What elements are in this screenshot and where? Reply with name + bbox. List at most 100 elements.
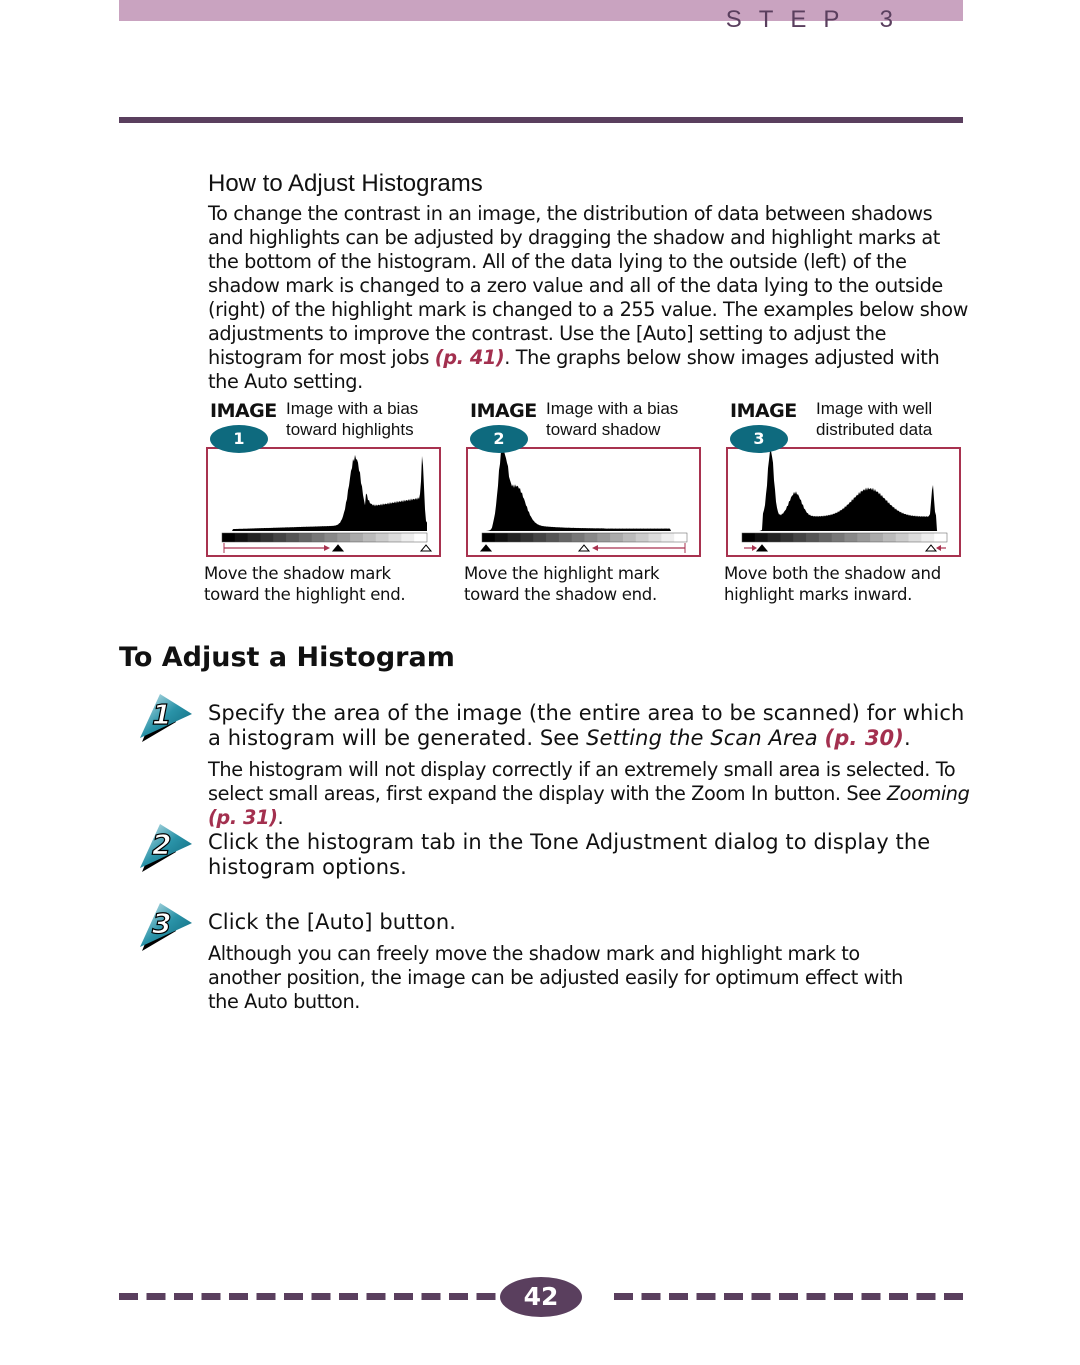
caption-line: highlight marks inward. — [724, 585, 913, 604]
step-text-end: . — [903, 726, 911, 750]
shadow-mark — [755, 544, 769, 552]
figure-caption: Move both the shadow and highlight marks … — [724, 563, 941, 605]
footer-dash — [366, 1293, 386, 1300]
footer-dash — [229, 1293, 248, 1300]
gradient-step — [546, 533, 560, 542]
gradient-step — [558, 533, 573, 542]
gradient-step — [286, 533, 300, 542]
step-2-icon: 2 — [140, 824, 192, 872]
gradient-step — [388, 533, 402, 542]
step-1-note: The histogram will not display correctly… — [208, 758, 978, 830]
section-title: How to Adjust Histograms — [208, 170, 483, 197]
step-icon-number: 2 — [152, 828, 171, 861]
figure-caption: Move the shadow mark toward the highlight… — [204, 563, 406, 605]
step-2-text: Click the histogram tab in the Tone Adju… — [208, 830, 931, 879]
note-text: The histogram will not display correctly… — [208, 758, 956, 805]
figure-number-badge: 1 — [210, 425, 268, 453]
desc-line: Image with well — [816, 399, 933, 418]
gradient-step — [533, 533, 547, 542]
section-heading: To Adjust a Histogram — [119, 642, 455, 673]
caption-line: Move the highlight mark — [464, 564, 660, 583]
figure-description: Image with a bias toward highlights — [286, 398, 418, 440]
footer-dash — [834, 1293, 853, 1300]
figure-description: Image with well distributed data — [816, 398, 932, 440]
gradient-step — [661, 533, 675, 542]
page-link[interactable]: (p. 31) — [208, 806, 278, 829]
gradient-step — [494, 533, 509, 542]
figure-number-badge: 3 — [730, 425, 788, 453]
step-label: STEP 3 — [725, 6, 910, 33]
gradient-step — [350, 533, 364, 542]
footer-dash — [861, 1293, 881, 1300]
gradient-step — [780, 533, 794, 542]
gradient-step — [674, 533, 688, 542]
gradient-step — [870, 533, 884, 542]
footer-dash — [311, 1293, 331, 1300]
gradient-step — [908, 533, 922, 542]
figure-label: IMAGE — [730, 400, 797, 422]
gradient-step — [882, 533, 897, 542]
highlight-mark — [577, 544, 591, 552]
shadow-mark — [331, 544, 345, 552]
histogram-bars — [742, 451, 947, 531]
gradient-step — [520, 533, 534, 542]
step-icon-number: 1 — [152, 698, 171, 731]
gradient-step — [831, 533, 845, 542]
step-1-text: Specify the area of the image (the entir… — [208, 701, 978, 751]
footer-dash — [394, 1293, 413, 1300]
footer-dash — [614, 1293, 633, 1300]
histogram-graphic — [741, 451, 948, 552]
caption-line: toward the highlight end. — [204, 585, 406, 604]
page-link[interactable]: (p. 41) — [435, 346, 505, 369]
gradient-step — [234, 533, 249, 542]
step-icon-number: 3 — [152, 907, 171, 940]
histogram-frame — [726, 447, 961, 557]
header-rule — [119, 117, 963, 123]
footer-dash — [339, 1293, 358, 1300]
intro-text: To change the contrast in an image, the … — [208, 202, 968, 369]
footer-dash — [476, 1293, 496, 1300]
gradient-step — [610, 533, 624, 542]
footer-dash — [806, 1293, 826, 1300]
footer-dash — [669, 1293, 688, 1300]
footer-dash — [696, 1293, 716, 1300]
gradient-step — [362, 533, 377, 542]
page-link[interactable]: (p. 30) — [825, 726, 904, 750]
caption-line: toward the shadow end. — [464, 585, 657, 604]
footer-dash — [201, 1293, 221, 1300]
gradient-step — [337, 533, 351, 542]
figure-label: IMAGE — [470, 400, 537, 422]
desc-line: Image with a bias — [286, 399, 419, 418]
gradient-step — [482, 533, 496, 542]
gradient-step — [401, 533, 415, 542]
gradient-step — [571, 533, 585, 542]
footer-dash — [119, 1293, 138, 1300]
desc-line: toward shadow — [546, 420, 661, 439]
gradient-step — [260, 533, 274, 542]
footer-dash — [146, 1293, 166, 1300]
gradient-step — [298, 533, 313, 542]
gradient-step — [635, 533, 650, 542]
gradient-step — [754, 533, 769, 542]
highlight-mark — [419, 544, 433, 552]
desc-line: toward highlights — [286, 420, 414, 439]
gradient-step — [857, 533, 871, 542]
figure-caption: Move the highlight mark toward the shadow… — [464, 563, 660, 605]
footer-dash — [449, 1293, 468, 1300]
note-ref: Zooming — [886, 782, 970, 805]
footer-dash — [889, 1293, 908, 1300]
highlight-mark — [924, 544, 938, 552]
histogram-frame — [466, 447, 701, 557]
footer-dash — [256, 1293, 276, 1300]
caption-line: Move the shadow mark — [204, 564, 391, 583]
gradient-step — [934, 533, 948, 542]
footer-dash — [174, 1293, 193, 1300]
gradient-step — [507, 533, 521, 542]
gradient-step — [648, 533, 662, 542]
gradient-step — [597, 533, 611, 542]
gradient-step — [793, 533, 807, 542]
gradient-step — [895, 533, 910, 542]
histogram-graphic — [221, 454, 433, 553]
desc-line: distributed data — [816, 420, 933, 439]
shadow-mark — [479, 544, 493, 552]
